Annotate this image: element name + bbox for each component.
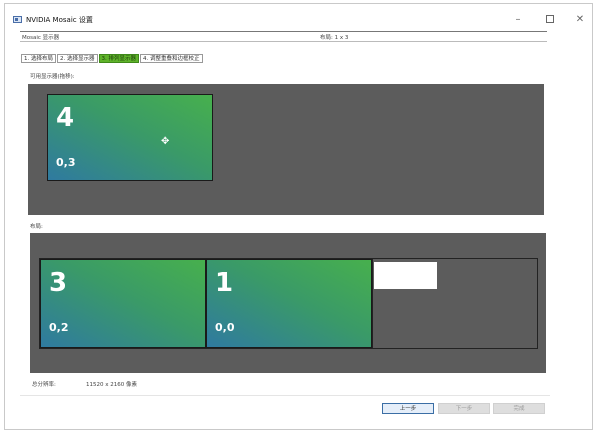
step-tab-arrange-displays[interactable]: 3. 排列显示器 [98,54,139,63]
step-tab-adjust-overlap[interactable]: 4. 调整重叠和边框校正 [140,54,203,63]
footer-divider [20,395,550,396]
next-button[interactable]: 下一步 [438,403,490,414]
nvidia-settings-icon [13,16,22,23]
display-number: 3 [49,268,68,298]
header-layout-label: 布局: 1 x 3 [320,35,349,41]
display-tile-4[interactable]: 4 0,3 [47,94,213,181]
maximize-button[interactable] [539,12,561,28]
minimize-button[interactable]: – [507,12,529,28]
step-tab-select-displays[interactable]: 2. 选择显示器 [57,54,98,63]
available-displays-label: 可用显示器(拖移): [30,74,75,80]
title-bar[interactable]: NVIDIA Mosaic 设置 – ✕ [5,4,592,34]
display-number: 1 [215,268,234,298]
resolution-value: 11520 x 2160 像素 [86,382,137,388]
empty-slot-marker [374,262,437,289]
maximize-icon [546,15,554,23]
move-cursor-icon: ✥ [161,136,170,147]
layout-label: 布局: [30,224,43,230]
finish-button[interactable]: 完成 [493,403,545,414]
display-tile-3[interactable]: 3 0,2 [40,259,206,348]
display-position: 0,2 [49,321,69,334]
window-title: NVIDIA Mosaic 设置 [26,16,93,24]
prev-button[interactable]: 上一步 [382,403,434,414]
step-tabs: 1. 选择布局 2. 选择显示器 3. 排列显示器 4. 调整重叠和边框校正 [21,54,204,63]
step-tab-select-layout[interactable]: 1. 选择布局 [21,54,56,63]
display-tile-1[interactable]: 1 0,0 [206,259,372,348]
display-position: 0,3 [56,156,76,169]
display-number: 4 [56,103,75,133]
header-mosaic-label: Mosaic 显示器 [22,35,60,41]
header-row: Mosaic 显示器 布局: 1 x 3 [20,31,547,42]
close-icon: ✕ [575,14,585,25]
resolution-label: 总分辨率: [32,382,56,388]
display-position: 0,0 [215,321,235,334]
minimize-icon: – [515,14,521,25]
close-button[interactable]: ✕ [569,12,591,28]
